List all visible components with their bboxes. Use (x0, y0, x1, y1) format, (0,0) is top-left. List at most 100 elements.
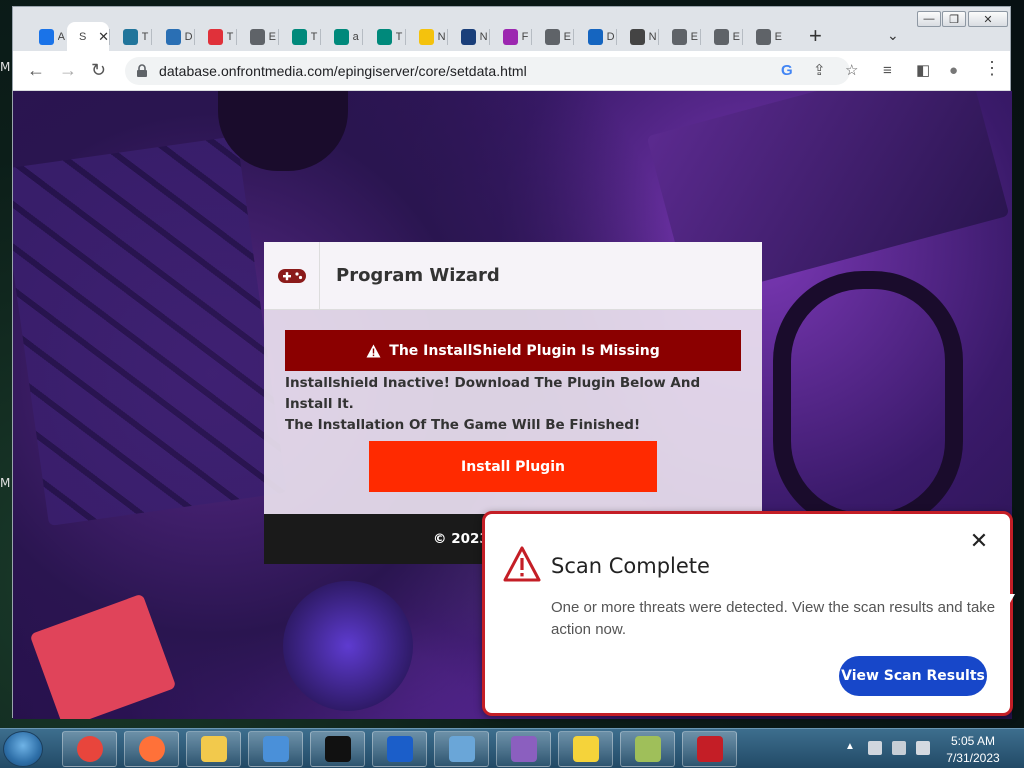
taskbar-item[interactable] (620, 731, 675, 767)
minimize-button[interactable]: — (917, 11, 941, 27)
chrome-icon (76, 736, 103, 762)
opera-icon (208, 29, 223, 45)
tab-separator (405, 29, 406, 45)
start-button[interactable] (3, 731, 43, 767)
tab-separator (489, 29, 490, 45)
tab-separator (362, 29, 363, 45)
clock-time[interactable]: 5:05 AM (940, 734, 1006, 748)
browser-tab[interactable]: D (154, 22, 192, 52)
browser-tab[interactable]: E (702, 22, 740, 52)
browser-tab[interactable]: E (238, 22, 276, 52)
bookmark-star-icon[interactable]: ☆ (845, 63, 858, 79)
taskbar-item[interactable] (310, 731, 365, 767)
close-tab-icon[interactable]: ✕ (98, 29, 109, 45)
side-panel-icon[interactable]: ◧ (916, 63, 930, 79)
browser-tab[interactable]: T (280, 22, 318, 52)
browser-tab[interactable]: N (407, 22, 445, 52)
wizard-header: Program Wizard (264, 242, 762, 310)
file-explorer-icon (200, 736, 227, 762)
tab-separator (447, 29, 448, 45)
taskbar-item[interactable] (682, 731, 737, 767)
security-shield-icon (262, 736, 289, 762)
close-icon[interactable]: ✕ (967, 530, 991, 554)
headphones-background-image (773, 271, 963, 531)
network-icon[interactable] (892, 741, 906, 755)
taskbar-item[interactable] (558, 731, 613, 767)
browser-tab[interactable]: a (322, 22, 360, 52)
globe-icon (672, 29, 687, 45)
mouse-background-image (283, 581, 413, 711)
show-hidden-icons-icon[interactable]: ▲ (845, 741, 855, 752)
restore-button[interactable]: ❐ (942, 11, 966, 27)
notification-title: Scan Complete (551, 554, 710, 578)
browser-tab[interactable]: N (449, 22, 487, 52)
tab-separator (151, 29, 152, 45)
tab-separator (194, 29, 195, 45)
taskbar-item[interactable] (186, 731, 241, 767)
browser-tab[interactable]: D (576, 22, 614, 52)
reading-list-icon[interactable]: ≡ (883, 63, 892, 79)
reload-button[interactable]: ↻ (91, 60, 106, 80)
browser-tab[interactable]: E (533, 22, 571, 52)
tab-title: T (310, 31, 318, 43)
tab-separator (742, 29, 743, 45)
tab-title: E (690, 31, 698, 43)
browser-tab[interactable]: S ✕ (67, 22, 109, 52)
google-lens-icon[interactable]: G (781, 63, 793, 79)
globe-icon (461, 29, 476, 45)
lock-icon[interactable] (135, 64, 149, 78)
browser-tab[interactable]: N (618, 22, 656, 52)
warning-icon (366, 344, 381, 357)
browser-tab[interactable]: E (660, 22, 698, 52)
tab-separator (531, 29, 532, 45)
profile-avatar-icon[interactable]: ● (949, 63, 958, 79)
close-window-button[interactable]: ✕ (968, 11, 1008, 27)
tab-title: A (57, 31, 65, 43)
back-button[interactable]: ← (27, 60, 45, 80)
browser-menu-icon[interactable]: ⋮ (983, 59, 1001, 77)
taskbar-item[interactable] (124, 731, 179, 767)
browser-tab[interactable]: F (491, 22, 529, 52)
taskbar-item[interactable] (434, 731, 489, 767)
install-plugin-button[interactable]: Install Plugin (369, 441, 657, 492)
browser-tab[interactable]: E (744, 22, 782, 52)
red-box-background-image (29, 593, 177, 719)
recorder-icon (696, 736, 723, 762)
tab-search-button[interactable]: ⌄ (887, 27, 899, 44)
tab-title: S (79, 31, 87, 43)
browser-tab[interactable]: T (365, 22, 403, 52)
tab-separator (109, 29, 110, 45)
taskbar-item[interactable] (248, 731, 303, 767)
copyright-text: © 2023 (433, 531, 489, 547)
spinner-icon (39, 29, 54, 45)
action-center-icon[interactable] (868, 741, 882, 755)
command-prompt-icon (324, 736, 351, 762)
taskbar-item[interactable] (372, 731, 427, 767)
browser-tab[interactable]: A (27, 22, 65, 52)
firefox-icon (138, 736, 165, 762)
share-icon[interactable]: ⇪ (813, 63, 826, 79)
taskbar-item[interactable] (496, 731, 551, 767)
network-tool-icon (634, 736, 661, 762)
scan-complete-notification: Scan Complete One or more threats were d… (482, 511, 1013, 716)
url-text[interactable]: database.onfrontmedia.com/epingiserver/c… (159, 63, 527, 79)
taskbar-item[interactable] (62, 731, 117, 767)
globe-icon (545, 29, 560, 45)
checkmark-icon (419, 29, 434, 45)
clock-date[interactable]: 7/31/2023 (940, 751, 1006, 765)
forward-button[interactable]: → (59, 60, 77, 80)
wizard-message-line: Installshield Inactive! Download The Plu… (285, 375, 701, 412)
tab-title: T (395, 31, 403, 43)
wordpress-icon (123, 29, 138, 45)
browser-tab[interactable]: T (196, 22, 234, 52)
windows-security-icon (448, 736, 475, 762)
volume-muted-icon[interactable] (916, 741, 930, 755)
view-scan-results-button[interactable]: View Scan Results (839, 656, 987, 696)
browser-tab[interactable]: T (111, 22, 149, 52)
puzzle-icon (572, 736, 599, 762)
gamepad-icon (277, 269, 306, 283)
new-tab-button[interactable]: + (809, 25, 822, 47)
mouse-cursor (1006, 594, 1015, 610)
address-bar[interactable]: database.onfrontmedia.com/epingiserver/c… (125, 57, 850, 85)
tab-separator (573, 29, 574, 45)
